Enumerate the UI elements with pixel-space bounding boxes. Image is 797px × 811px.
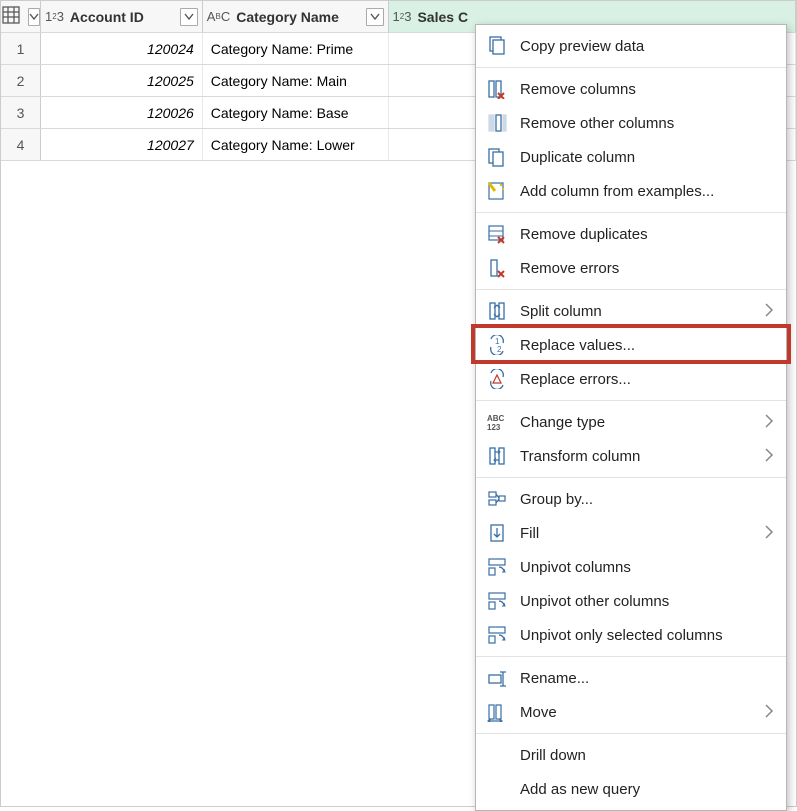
duplicate-icon bbox=[486, 146, 508, 168]
copy-icon bbox=[486, 35, 508, 57]
column-filter-dropdown[interactable] bbox=[366, 8, 384, 26]
column-label: Category Name bbox=[236, 9, 359, 25]
menu-fill[interactable]: Fill bbox=[476, 516, 786, 550]
split-column-icon bbox=[486, 300, 508, 322]
menu-replace-errors[interactable]: Replace errors... bbox=[476, 362, 786, 396]
menu-move[interactable]: Move bbox=[476, 695, 786, 729]
menu-separator bbox=[476, 212, 786, 213]
cell-account-id[interactable]: 120026 bbox=[41, 97, 203, 128]
menu-drill-down[interactable]: Drill down bbox=[476, 738, 786, 772]
cell-category-name[interactable]: Category Name: Prime bbox=[203, 33, 389, 64]
menu-transform-column[interactable]: Transform column bbox=[476, 439, 786, 473]
transform-column-icon bbox=[486, 445, 508, 467]
menu-change-type[interactable]: Change type bbox=[476, 405, 786, 439]
submenu-arrow-icon bbox=[764, 525, 774, 542]
rename-icon bbox=[486, 667, 508, 689]
menu-separator bbox=[476, 477, 786, 478]
menu-separator bbox=[476, 67, 786, 68]
replace-values-icon bbox=[486, 334, 508, 356]
menu-unpivot-selected-columns[interactable]: Unpivot only selected columns bbox=[476, 618, 786, 652]
menu-separator bbox=[476, 733, 786, 734]
column-label: Sales C bbox=[417, 9, 791, 25]
row-number[interactable]: 3 bbox=[1, 97, 41, 128]
fill-icon bbox=[486, 522, 508, 544]
menu-rename[interactable]: Rename... bbox=[476, 661, 786, 695]
menu-replace-values[interactable]: Replace values... bbox=[476, 328, 786, 362]
row-number[interactable]: 4 bbox=[1, 129, 41, 160]
menu-add-as-new-query[interactable]: Add as new query bbox=[476, 772, 786, 806]
column-context-menu: Copy preview data Remove columns Remove … bbox=[475, 24, 787, 811]
menu-add-column-from-examples[interactable]: Add column from examples... bbox=[476, 174, 786, 208]
menu-remove-duplicates[interactable]: Remove duplicates bbox=[476, 217, 786, 251]
column-header-account-id[interactable]: 123 Account ID bbox=[41, 1, 203, 32]
column-label: Account ID bbox=[70, 9, 174, 25]
remove-columns-icon bbox=[486, 78, 508, 100]
unpivot-selected-icon bbox=[486, 624, 508, 646]
menu-split-column[interactable]: Split column bbox=[476, 294, 786, 328]
submenu-arrow-icon bbox=[764, 303, 774, 320]
menu-copy-preview[interactable]: Copy preview data bbox=[476, 29, 786, 63]
menu-separator bbox=[476, 656, 786, 657]
number-type-icon: 123 bbox=[393, 10, 412, 23]
menu-unpivot-other-columns[interactable]: Unpivot other columns bbox=[476, 584, 786, 618]
table-icon bbox=[2, 6, 20, 27]
menu-separator bbox=[476, 289, 786, 290]
remove-errors-icon bbox=[486, 257, 508, 279]
row-number[interactable]: 1 bbox=[1, 33, 41, 64]
submenu-arrow-icon bbox=[764, 448, 774, 465]
cell-category-name[interactable]: Category Name: Base bbox=[203, 97, 389, 128]
cell-category-name[interactable]: Category Name: Lower bbox=[203, 129, 389, 160]
remove-other-columns-icon bbox=[486, 112, 508, 134]
table-menu-dropdown[interactable] bbox=[28, 8, 40, 26]
submenu-arrow-icon bbox=[764, 704, 774, 721]
move-icon bbox=[486, 701, 508, 723]
cell-category-name[interactable]: Category Name: Main bbox=[203, 65, 389, 96]
cell-account-id[interactable]: 120027 bbox=[41, 129, 203, 160]
table-select-corner[interactable] bbox=[1, 1, 41, 32]
menu-remove-columns[interactable]: Remove columns bbox=[476, 72, 786, 106]
unpivot-icon bbox=[486, 556, 508, 578]
replace-errors-icon bbox=[486, 368, 508, 390]
row-number[interactable]: 2 bbox=[1, 65, 41, 96]
column-filter-dropdown[interactable] bbox=[180, 8, 198, 26]
cell-account-id[interactable]: 120024 bbox=[41, 33, 203, 64]
menu-unpivot-columns[interactable]: Unpivot columns bbox=[476, 550, 786, 584]
cell-account-id[interactable]: 120025 bbox=[41, 65, 203, 96]
submenu-arrow-icon bbox=[764, 414, 774, 431]
group-by-icon bbox=[486, 488, 508, 510]
menu-group-by[interactable]: Group by... bbox=[476, 482, 786, 516]
remove-duplicates-icon bbox=[486, 223, 508, 245]
number-type-icon: 123 bbox=[45, 10, 64, 23]
column-header-category-name[interactable]: ABC Category Name bbox=[203, 1, 389, 32]
text-type-icon: ABC bbox=[207, 10, 230, 23]
menu-duplicate-column[interactable]: Duplicate column bbox=[476, 140, 786, 174]
menu-separator bbox=[476, 400, 786, 401]
change-type-icon bbox=[486, 411, 508, 433]
unpivot-other-icon bbox=[486, 590, 508, 612]
menu-remove-errors[interactable]: Remove errors bbox=[476, 251, 786, 285]
menu-remove-other-columns[interactable]: Remove other columns bbox=[476, 106, 786, 140]
add-from-examples-icon bbox=[486, 180, 508, 202]
